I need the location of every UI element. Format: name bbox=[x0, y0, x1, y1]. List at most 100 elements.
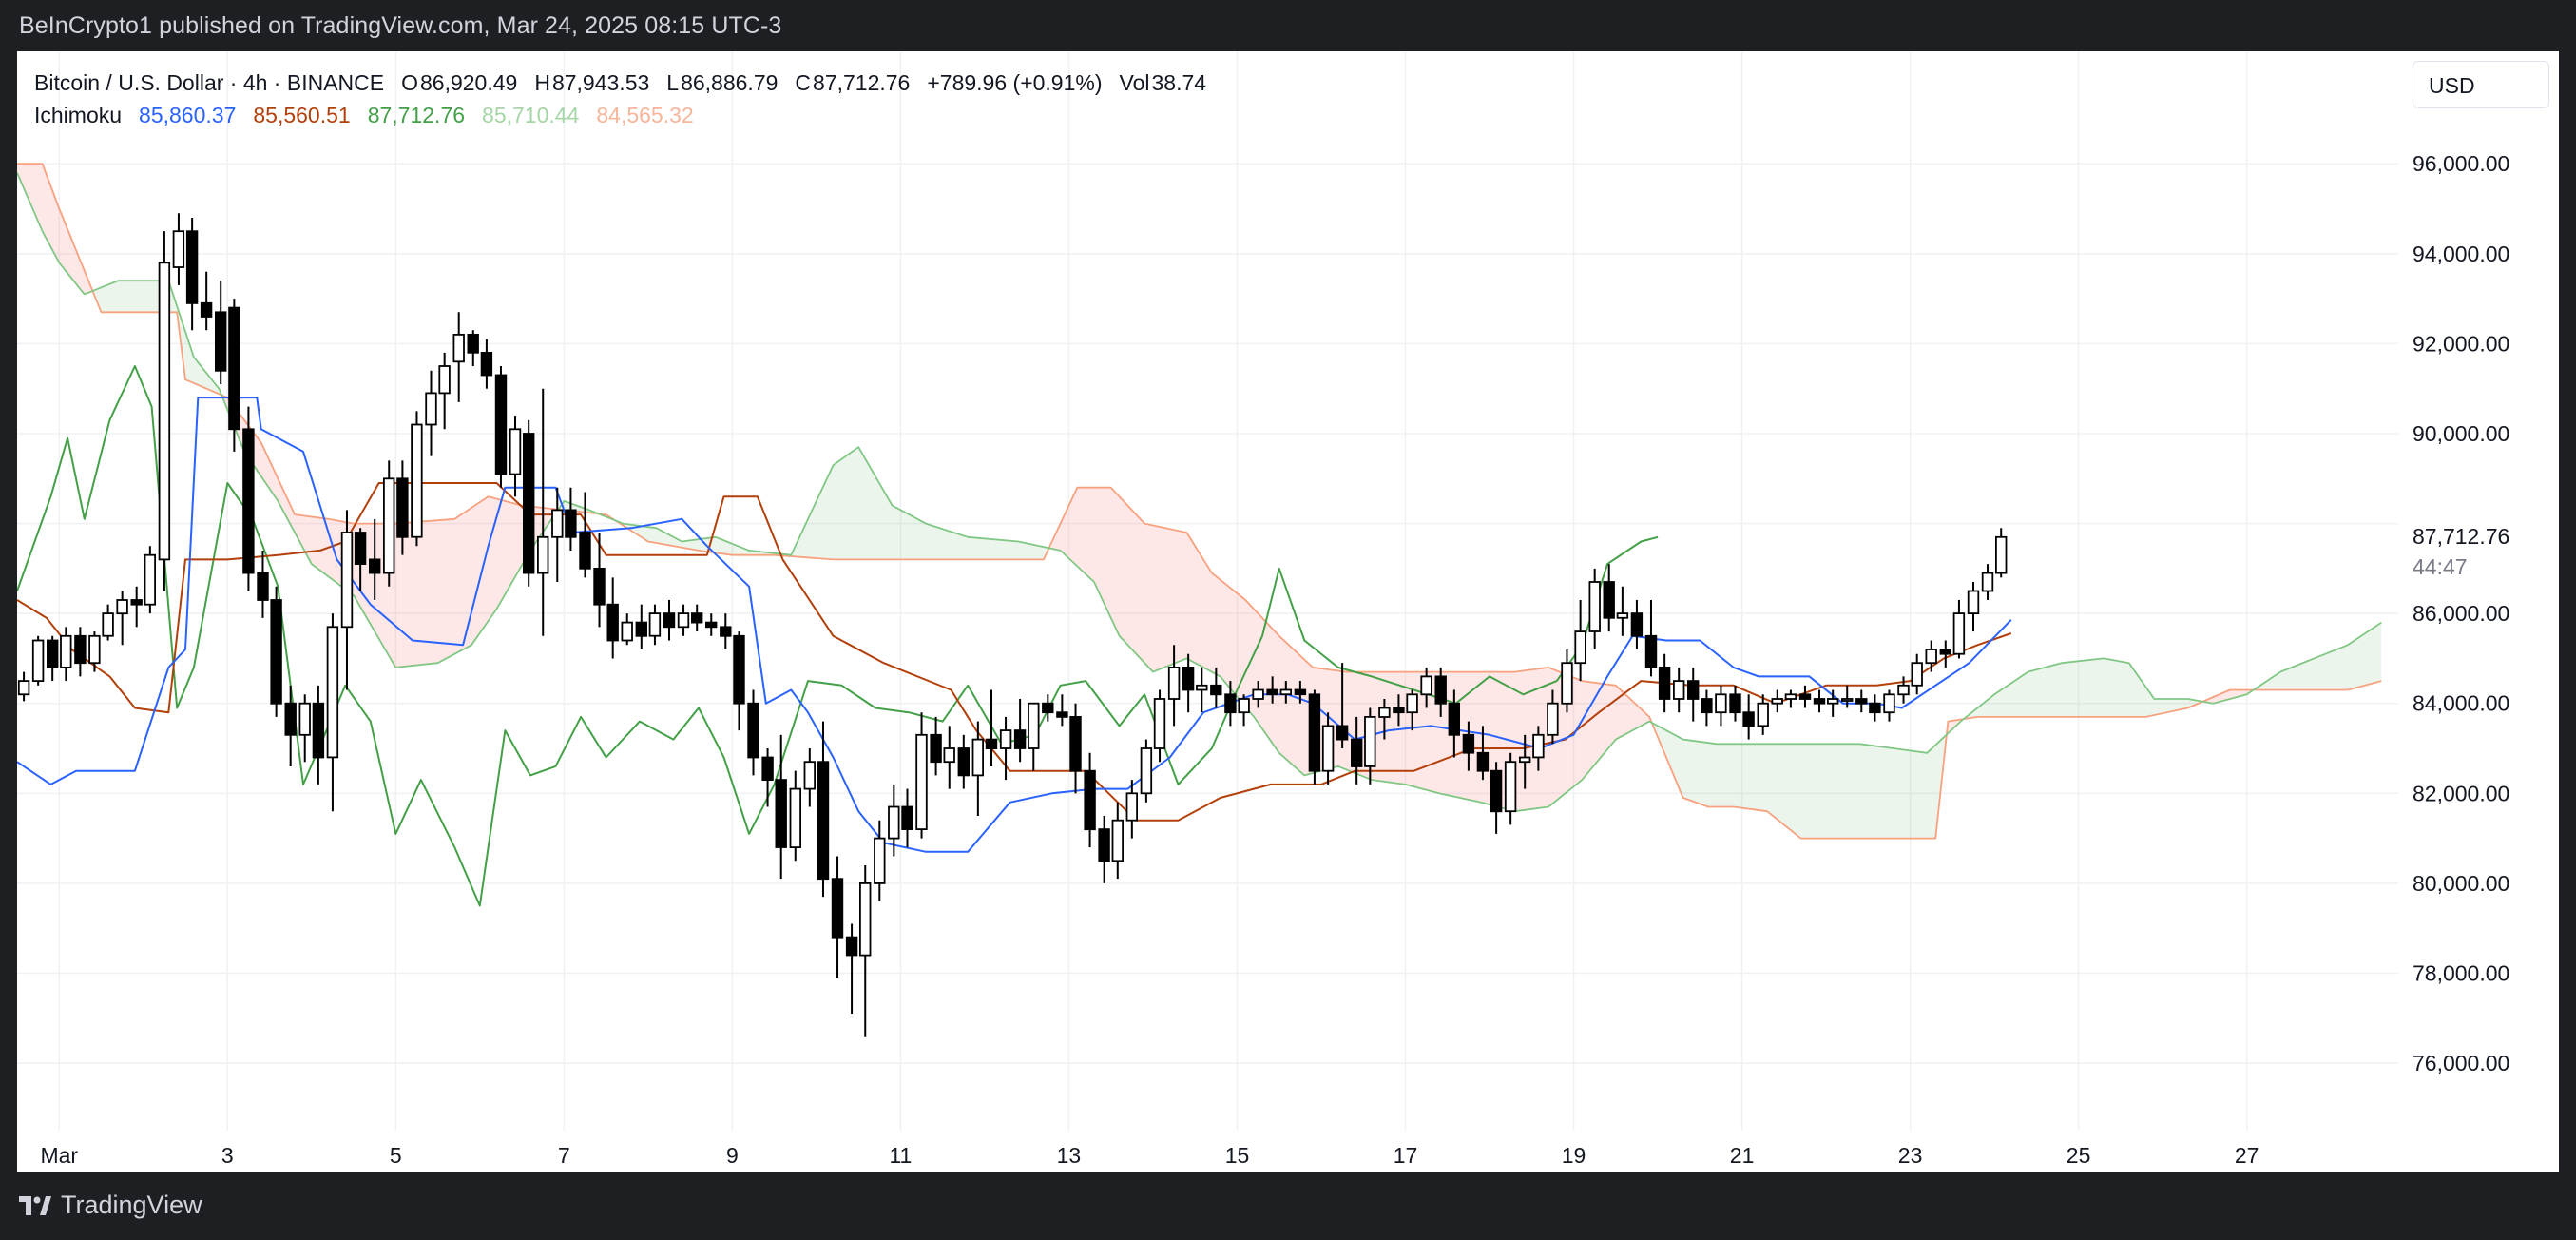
candle-down bbox=[733, 634, 745, 705]
candle-down bbox=[523, 433, 535, 574]
tradingview-brand[interactable]: TradingView bbox=[19, 1191, 202, 1220]
candle-down bbox=[845, 936, 858, 957]
volume-label: Vol bbox=[1119, 69, 1150, 95]
candle-up bbox=[88, 634, 101, 665]
cloud-bear bbox=[17, 164, 93, 295]
time-tick-label: 13 bbox=[1057, 1143, 1082, 1168]
candle-down bbox=[579, 532, 591, 570]
candle-up bbox=[874, 837, 886, 884]
price-tick-label: 76,000.00 bbox=[2413, 1051, 2509, 1075]
candle-down bbox=[1630, 612, 1644, 637]
indicator-row: Ichimoku 85,860.37 85,560.51 87,712.76 8… bbox=[34, 99, 1206, 131]
lead-a-value: 85,710.44 bbox=[482, 102, 580, 127]
candle-down bbox=[1351, 738, 1363, 767]
candle-up bbox=[1406, 693, 1418, 714]
footer-bar bbox=[0, 1172, 2576, 1240]
time-tick-label: 9 bbox=[726, 1143, 739, 1168]
candle-up bbox=[1167, 667, 1181, 700]
candle-down bbox=[130, 599, 143, 606]
candle-up bbox=[915, 733, 928, 830]
candle-down bbox=[1729, 693, 1741, 714]
price-tick-label: 80,000.00 bbox=[2413, 871, 2509, 896]
symbol-title[interactable]: Bitcoin / U.S. Dollar · 4h · BINANCE bbox=[34, 70, 384, 96]
candle-down bbox=[635, 621, 648, 637]
candle-down bbox=[985, 738, 998, 749]
base-value: 85,560.51 bbox=[253, 102, 351, 127]
candle-up bbox=[1519, 756, 1531, 764]
close-label: C bbox=[795, 69, 812, 95]
price-tick-label: 92,000.00 bbox=[2413, 331, 2509, 356]
ohlc-row: Bitcoin / U.S. Dollar · 4h · BINANCE O 86… bbox=[34, 67, 1206, 99]
candle-down bbox=[565, 509, 577, 538]
candle-up bbox=[298, 702, 311, 736]
candle-up bbox=[340, 532, 354, 629]
candle-down bbox=[1448, 702, 1461, 736]
candle-down bbox=[1687, 680, 1700, 700]
candle-up bbox=[1532, 733, 1545, 759]
time-tick-label: 25 bbox=[2067, 1143, 2091, 1168]
candle-down bbox=[242, 428, 255, 574]
candle-down bbox=[270, 599, 282, 705]
candle-down bbox=[930, 733, 942, 764]
candle-down bbox=[817, 761, 830, 881]
candle-up bbox=[1574, 630, 1586, 665]
candle-down bbox=[1308, 693, 1321, 772]
candle-down bbox=[1644, 634, 1658, 668]
time-tick-label: 27 bbox=[2235, 1143, 2259, 1168]
candle-up bbox=[888, 805, 900, 840]
candle-down bbox=[214, 311, 227, 372]
candle-up bbox=[677, 612, 690, 629]
candle-up bbox=[1111, 819, 1125, 862]
lead-b-value: 84,565.32 bbox=[596, 102, 694, 127]
time-tick-label: 3 bbox=[221, 1143, 234, 1168]
candle-down bbox=[1266, 688, 1278, 696]
candle-up bbox=[1420, 675, 1432, 696]
candle-up bbox=[158, 262, 171, 561]
candle-down bbox=[1013, 729, 1027, 749]
candle-up bbox=[382, 477, 395, 574]
candle-down bbox=[46, 639, 59, 668]
candle-up bbox=[411, 423, 423, 538]
indicator-name[interactable]: Ichimoku bbox=[34, 103, 122, 128]
price-axis: 96,000.0094,000.0092,000.0090,000.0088,0… bbox=[2413, 151, 2509, 1075]
leading-span-b-line bbox=[17, 163, 2382, 840]
high-value: 87,943.53 bbox=[551, 69, 650, 95]
ichimoku-cloud bbox=[17, 164, 2382, 839]
candle-up bbox=[1504, 761, 1517, 813]
candle-down bbox=[1813, 698, 1826, 705]
candle-up bbox=[1883, 693, 1895, 714]
candle-down bbox=[957, 747, 971, 777]
candle-up bbox=[1673, 680, 1685, 700]
candle-up bbox=[452, 333, 465, 363]
candle-down bbox=[1069, 716, 1082, 772]
publish-bar: BeInCrypto1 published on TradingView.com… bbox=[0, 0, 2576, 51]
candle-down bbox=[1462, 733, 1475, 754]
candle-down bbox=[1393, 707, 1405, 714]
candle-down bbox=[1294, 688, 1307, 696]
candle-down bbox=[1434, 675, 1447, 705]
candle-up bbox=[789, 787, 802, 848]
candle-up bbox=[1841, 698, 1854, 702]
candle-up bbox=[1967, 590, 1980, 615]
candle-up bbox=[1757, 702, 1769, 727]
candle-up bbox=[1911, 662, 1923, 687]
high-label: H bbox=[534, 69, 550, 95]
candle-down bbox=[705, 621, 718, 629]
candle-up bbox=[1378, 707, 1391, 718]
currency-button[interactable]: USD bbox=[2413, 61, 2549, 108]
time-tick-label: Mar bbox=[40, 1143, 78, 1168]
candle-up bbox=[1125, 792, 1139, 822]
candle-down bbox=[901, 805, 913, 831]
candle-down bbox=[691, 612, 703, 624]
candle-up bbox=[116, 599, 128, 615]
price-tick-label: 90,000.00 bbox=[2413, 421, 2509, 446]
candle-up bbox=[1616, 612, 1629, 619]
candle-down bbox=[284, 702, 297, 736]
time-tick-label: 15 bbox=[1225, 1143, 1250, 1168]
candle-up bbox=[943, 747, 955, 764]
candle-up bbox=[1547, 702, 1559, 736]
candle-up bbox=[537, 535, 549, 574]
time-axis: Mar 3 5 7 9 11 13 15 17 19 21 23 25 27 bbox=[40, 1143, 2259, 1168]
bar-countdown: 44:47 bbox=[2413, 554, 2468, 579]
ichimoku-candlestick-chart[interactable]: 96,000.0094,000.0092,000.0090,000.0088,0… bbox=[17, 51, 2559, 1172]
